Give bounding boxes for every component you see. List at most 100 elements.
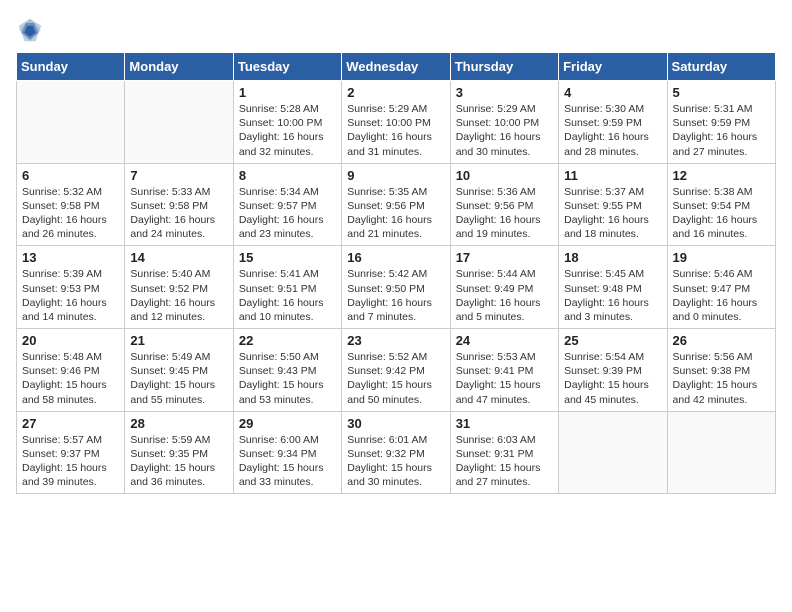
day-number: 30	[347, 416, 444, 431]
day-number: 11	[564, 168, 661, 183]
day-info: Sunrise: 5:53 AM Sunset: 9:41 PM Dayligh…	[456, 350, 553, 407]
calendar-cell: 24 Sunrise: 5:53 AM Sunset: 9:41 PM Dayli…	[450, 329, 558, 412]
day-info: Sunrise: 5:54 AM Sunset: 9:39 PM Dayligh…	[564, 350, 661, 407]
day-info: Sunrise: 5:39 AM Sunset: 9:53 PM Dayligh…	[22, 267, 119, 324]
day-number: 3	[456, 85, 553, 100]
day-info: Sunrise: 5:38 AM Sunset: 9:54 PM Dayligh…	[673, 185, 770, 242]
day-info: Sunrise: 5:34 AM Sunset: 9:57 PM Dayligh…	[239, 185, 336, 242]
logo-icon	[16, 16, 44, 44]
calendar-cell: 20 Sunrise: 5:48 AM Sunset: 9:46 PM Dayli…	[17, 329, 125, 412]
weekday-monday: Monday	[125, 53, 233, 81]
calendar-cell: 8 Sunrise: 5:34 AM Sunset: 9:57 PM Daylig…	[233, 163, 341, 246]
day-info: Sunrise: 6:00 AM Sunset: 9:34 PM Dayligh…	[239, 433, 336, 490]
calendar-week-4: 20 Sunrise: 5:48 AM Sunset: 9:46 PM Dayli…	[17, 329, 776, 412]
day-number: 23	[347, 333, 444, 348]
calendar-cell	[125, 81, 233, 164]
day-info: Sunrise: 5:59 AM Sunset: 9:35 PM Dayligh…	[130, 433, 227, 490]
calendar-cell	[559, 411, 667, 494]
day-number: 15	[239, 250, 336, 265]
day-number: 27	[22, 416, 119, 431]
calendar-cell: 16 Sunrise: 5:42 AM Sunset: 9:50 PM Dayli…	[342, 246, 450, 329]
calendar-cell: 6Sunrise: 5:32 AM Sunset: 9:58 PM Daylig…	[17, 163, 125, 246]
calendar-cell: 13 Sunrise: 5:39 AM Sunset: 9:53 PM Dayli…	[17, 246, 125, 329]
calendar-cell: 10 Sunrise: 5:36 AM Sunset: 9:56 PM Dayli…	[450, 163, 558, 246]
calendar-cell: 3 Sunrise: 5:29 AM Sunset: 10:00 PM Dayli…	[450, 81, 558, 164]
day-number: 17	[456, 250, 553, 265]
day-number: 19	[673, 250, 770, 265]
calendar-cell: 21 Sunrise: 5:49 AM Sunset: 9:45 PM Dayli…	[125, 329, 233, 412]
calendar-cell: 2 Sunrise: 5:29 AM Sunset: 10:00 PM Dayli…	[342, 81, 450, 164]
day-info: Sunrise: 5:32 AM Sunset: 9:58 PM Dayligh…	[22, 185, 119, 242]
calendar-cell: 11Sunrise: 5:37 AM Sunset: 9:55 PM Dayli…	[559, 163, 667, 246]
calendar-cell: 7 Sunrise: 5:33 AM Sunset: 9:58 PM Daylig…	[125, 163, 233, 246]
day-number: 8	[239, 168, 336, 183]
day-number: 1	[239, 85, 336, 100]
day-number: 13	[22, 250, 119, 265]
day-number: 7	[130, 168, 227, 183]
calendar-cell: 22 Sunrise: 5:50 AM Sunset: 9:43 PM Dayli…	[233, 329, 341, 412]
weekday-wednesday: Wednesday	[342, 53, 450, 81]
day-info: Sunrise: 5:42 AM Sunset: 9:50 PM Dayligh…	[347, 267, 444, 324]
day-info: Sunrise: 5:36 AM Sunset: 9:56 PM Dayligh…	[456, 185, 553, 242]
day-number: 16	[347, 250, 444, 265]
day-info: Sunrise: 5:35 AM Sunset: 9:56 PM Dayligh…	[347, 185, 444, 242]
day-info: Sunrise: 5:41 AM Sunset: 9:51 PM Dayligh…	[239, 267, 336, 324]
calendar-body: 1 Sunrise: 5:28 AM Sunset: 10:00 PM Dayli…	[17, 81, 776, 494]
logo	[16, 16, 48, 44]
calendar-cell: 18 Sunrise: 5:45 AM Sunset: 9:48 PM Dayli…	[559, 246, 667, 329]
day-info: Sunrise: 5:49 AM Sunset: 9:45 PM Dayligh…	[130, 350, 227, 407]
day-info: Sunrise: 5:29 AM Sunset: 10:00 PM Daylig…	[456, 102, 553, 159]
weekday-sunday: Sunday	[17, 53, 125, 81]
day-info: Sunrise: 5:52 AM Sunset: 9:42 PM Dayligh…	[347, 350, 444, 407]
weekday-thursday: Thursday	[450, 53, 558, 81]
calendar-cell: 12 Sunrise: 5:38 AM Sunset: 9:54 PM Dayli…	[667, 163, 775, 246]
day-info: Sunrise: 5:46 AM Sunset: 9:47 PM Dayligh…	[673, 267, 770, 324]
day-info: Sunrise: 5:45 AM Sunset: 9:48 PM Dayligh…	[564, 267, 661, 324]
day-number: 20	[22, 333, 119, 348]
day-number: 2	[347, 85, 444, 100]
day-info: Sunrise: 6:03 AM Sunset: 9:31 PM Dayligh…	[456, 433, 553, 490]
calendar-cell: 23 Sunrise: 5:52 AM Sunset: 9:42 PM Dayli…	[342, 329, 450, 412]
day-number: 22	[239, 333, 336, 348]
day-info: Sunrise: 5:30 AM Sunset: 9:59 PM Dayligh…	[564, 102, 661, 159]
day-number: 25	[564, 333, 661, 348]
calendar-week-1: 1 Sunrise: 5:28 AM Sunset: 10:00 PM Dayli…	[17, 81, 776, 164]
day-number: 18	[564, 250, 661, 265]
day-number: 9	[347, 168, 444, 183]
calendar-cell: 4Sunrise: 5:30 AM Sunset: 9:59 PM Daylig…	[559, 81, 667, 164]
day-info: Sunrise: 5:31 AM Sunset: 9:59 PM Dayligh…	[673, 102, 770, 159]
calendar-cell: 29 Sunrise: 6:00 AM Sunset: 9:34 PM Dayli…	[233, 411, 341, 494]
calendar-cell: 19 Sunrise: 5:46 AM Sunset: 9:47 PM Dayli…	[667, 246, 775, 329]
day-info: Sunrise: 5:44 AM Sunset: 9:49 PM Dayligh…	[456, 267, 553, 324]
calendar-week-5: 27Sunrise: 5:57 AM Sunset: 9:37 PM Dayli…	[17, 411, 776, 494]
calendar-week-3: 13 Sunrise: 5:39 AM Sunset: 9:53 PM Dayli…	[17, 246, 776, 329]
calendar-week-2: 6Sunrise: 5:32 AM Sunset: 9:58 PM Daylig…	[17, 163, 776, 246]
day-info: Sunrise: 5:33 AM Sunset: 9:58 PM Dayligh…	[130, 185, 227, 242]
day-info: Sunrise: 5:48 AM Sunset: 9:46 PM Dayligh…	[22, 350, 119, 407]
day-number: 5	[673, 85, 770, 100]
weekday-friday: Friday	[559, 53, 667, 81]
calendar-cell: 5 Sunrise: 5:31 AM Sunset: 9:59 PM Daylig…	[667, 81, 775, 164]
day-number: 12	[673, 168, 770, 183]
calendar-cell: 31 Sunrise: 6:03 AM Sunset: 9:31 PM Dayli…	[450, 411, 558, 494]
calendar-cell: 30Sunrise: 6:01 AM Sunset: 9:32 PM Dayli…	[342, 411, 450, 494]
day-number: 24	[456, 333, 553, 348]
calendar-cell: 15 Sunrise: 5:41 AM Sunset: 9:51 PM Dayli…	[233, 246, 341, 329]
calendar-cell: 28Sunrise: 5:59 AM Sunset: 9:35 PM Dayli…	[125, 411, 233, 494]
day-info: Sunrise: 5:29 AM Sunset: 10:00 PM Daylig…	[347, 102, 444, 159]
calendar-cell: 14 Sunrise: 5:40 AM Sunset: 9:52 PM Dayli…	[125, 246, 233, 329]
calendar-table: SundayMondayTuesdayWednesdayThursdayFrid…	[16, 52, 776, 494]
day-number: 10	[456, 168, 553, 183]
day-info: Sunrise: 5:28 AM Sunset: 10:00 PM Daylig…	[239, 102, 336, 159]
day-number: 21	[130, 333, 227, 348]
weekday-tuesday: Tuesday	[233, 53, 341, 81]
day-number: 26	[673, 333, 770, 348]
day-number: 31	[456, 416, 553, 431]
weekday-header-row: SundayMondayTuesdayWednesdayThursdayFrid…	[17, 53, 776, 81]
calendar-cell: 26Sunrise: 5:56 AM Sunset: 9:38 PM Dayli…	[667, 329, 775, 412]
day-number: 14	[130, 250, 227, 265]
day-info: Sunrise: 5:50 AM Sunset: 9:43 PM Dayligh…	[239, 350, 336, 407]
day-number: 29	[239, 416, 336, 431]
calendar-cell: 25 Sunrise: 5:54 AM Sunset: 9:39 PM Dayli…	[559, 329, 667, 412]
day-info: Sunrise: 5:40 AM Sunset: 9:52 PM Dayligh…	[130, 267, 227, 324]
